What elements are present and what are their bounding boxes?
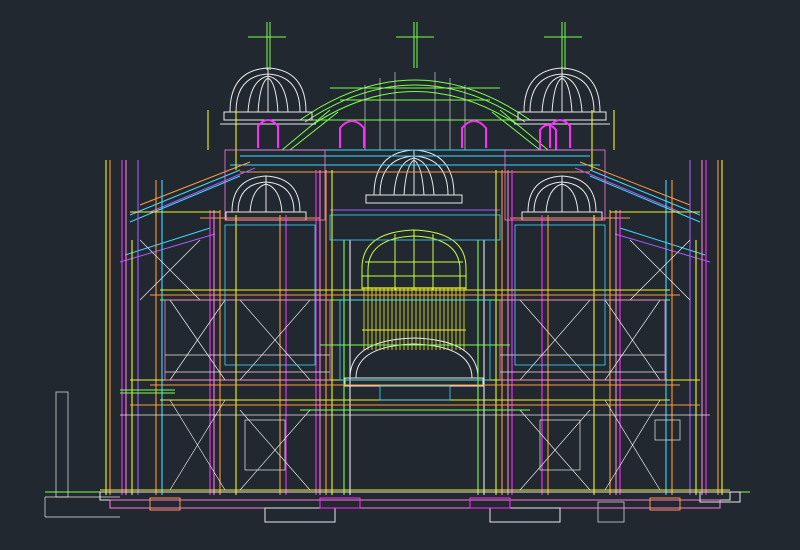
floor-bands-orange — [105, 294, 725, 501]
cad-drawing-viewport[interactable] — [0, 0, 800, 550]
cross-icon — [248, 22, 286, 70]
side-panels — [44, 391, 681, 523]
dome-icon — [225, 175, 307, 221]
cross-bracing — [139, 239, 691, 491]
iconostasis-screen — [362, 287, 466, 350]
foundation-block — [109, 499, 721, 509]
floor-bands-yellow — [100, 211, 730, 491]
church-elevation-drawing — [44, 22, 750, 523]
floor-bands-green — [45, 299, 750, 493]
foundation-block — [99, 491, 731, 501]
central-arch-ribs — [364, 72, 466, 150]
central-roof-arch — [281, 79, 549, 151]
foundation-block — [264, 507, 336, 523]
cross-icon — [396, 22, 434, 68]
dome-icon — [220, 67, 316, 125]
foundation — [99, 491, 741, 523]
cross-icon — [544, 22, 582, 70]
dome-icon — [514, 67, 610, 125]
dome-icon — [365, 149, 463, 204]
dome-icon — [521, 175, 603, 221]
foundation-block — [489, 507, 561, 523]
central-window-arch — [361, 229, 467, 290]
